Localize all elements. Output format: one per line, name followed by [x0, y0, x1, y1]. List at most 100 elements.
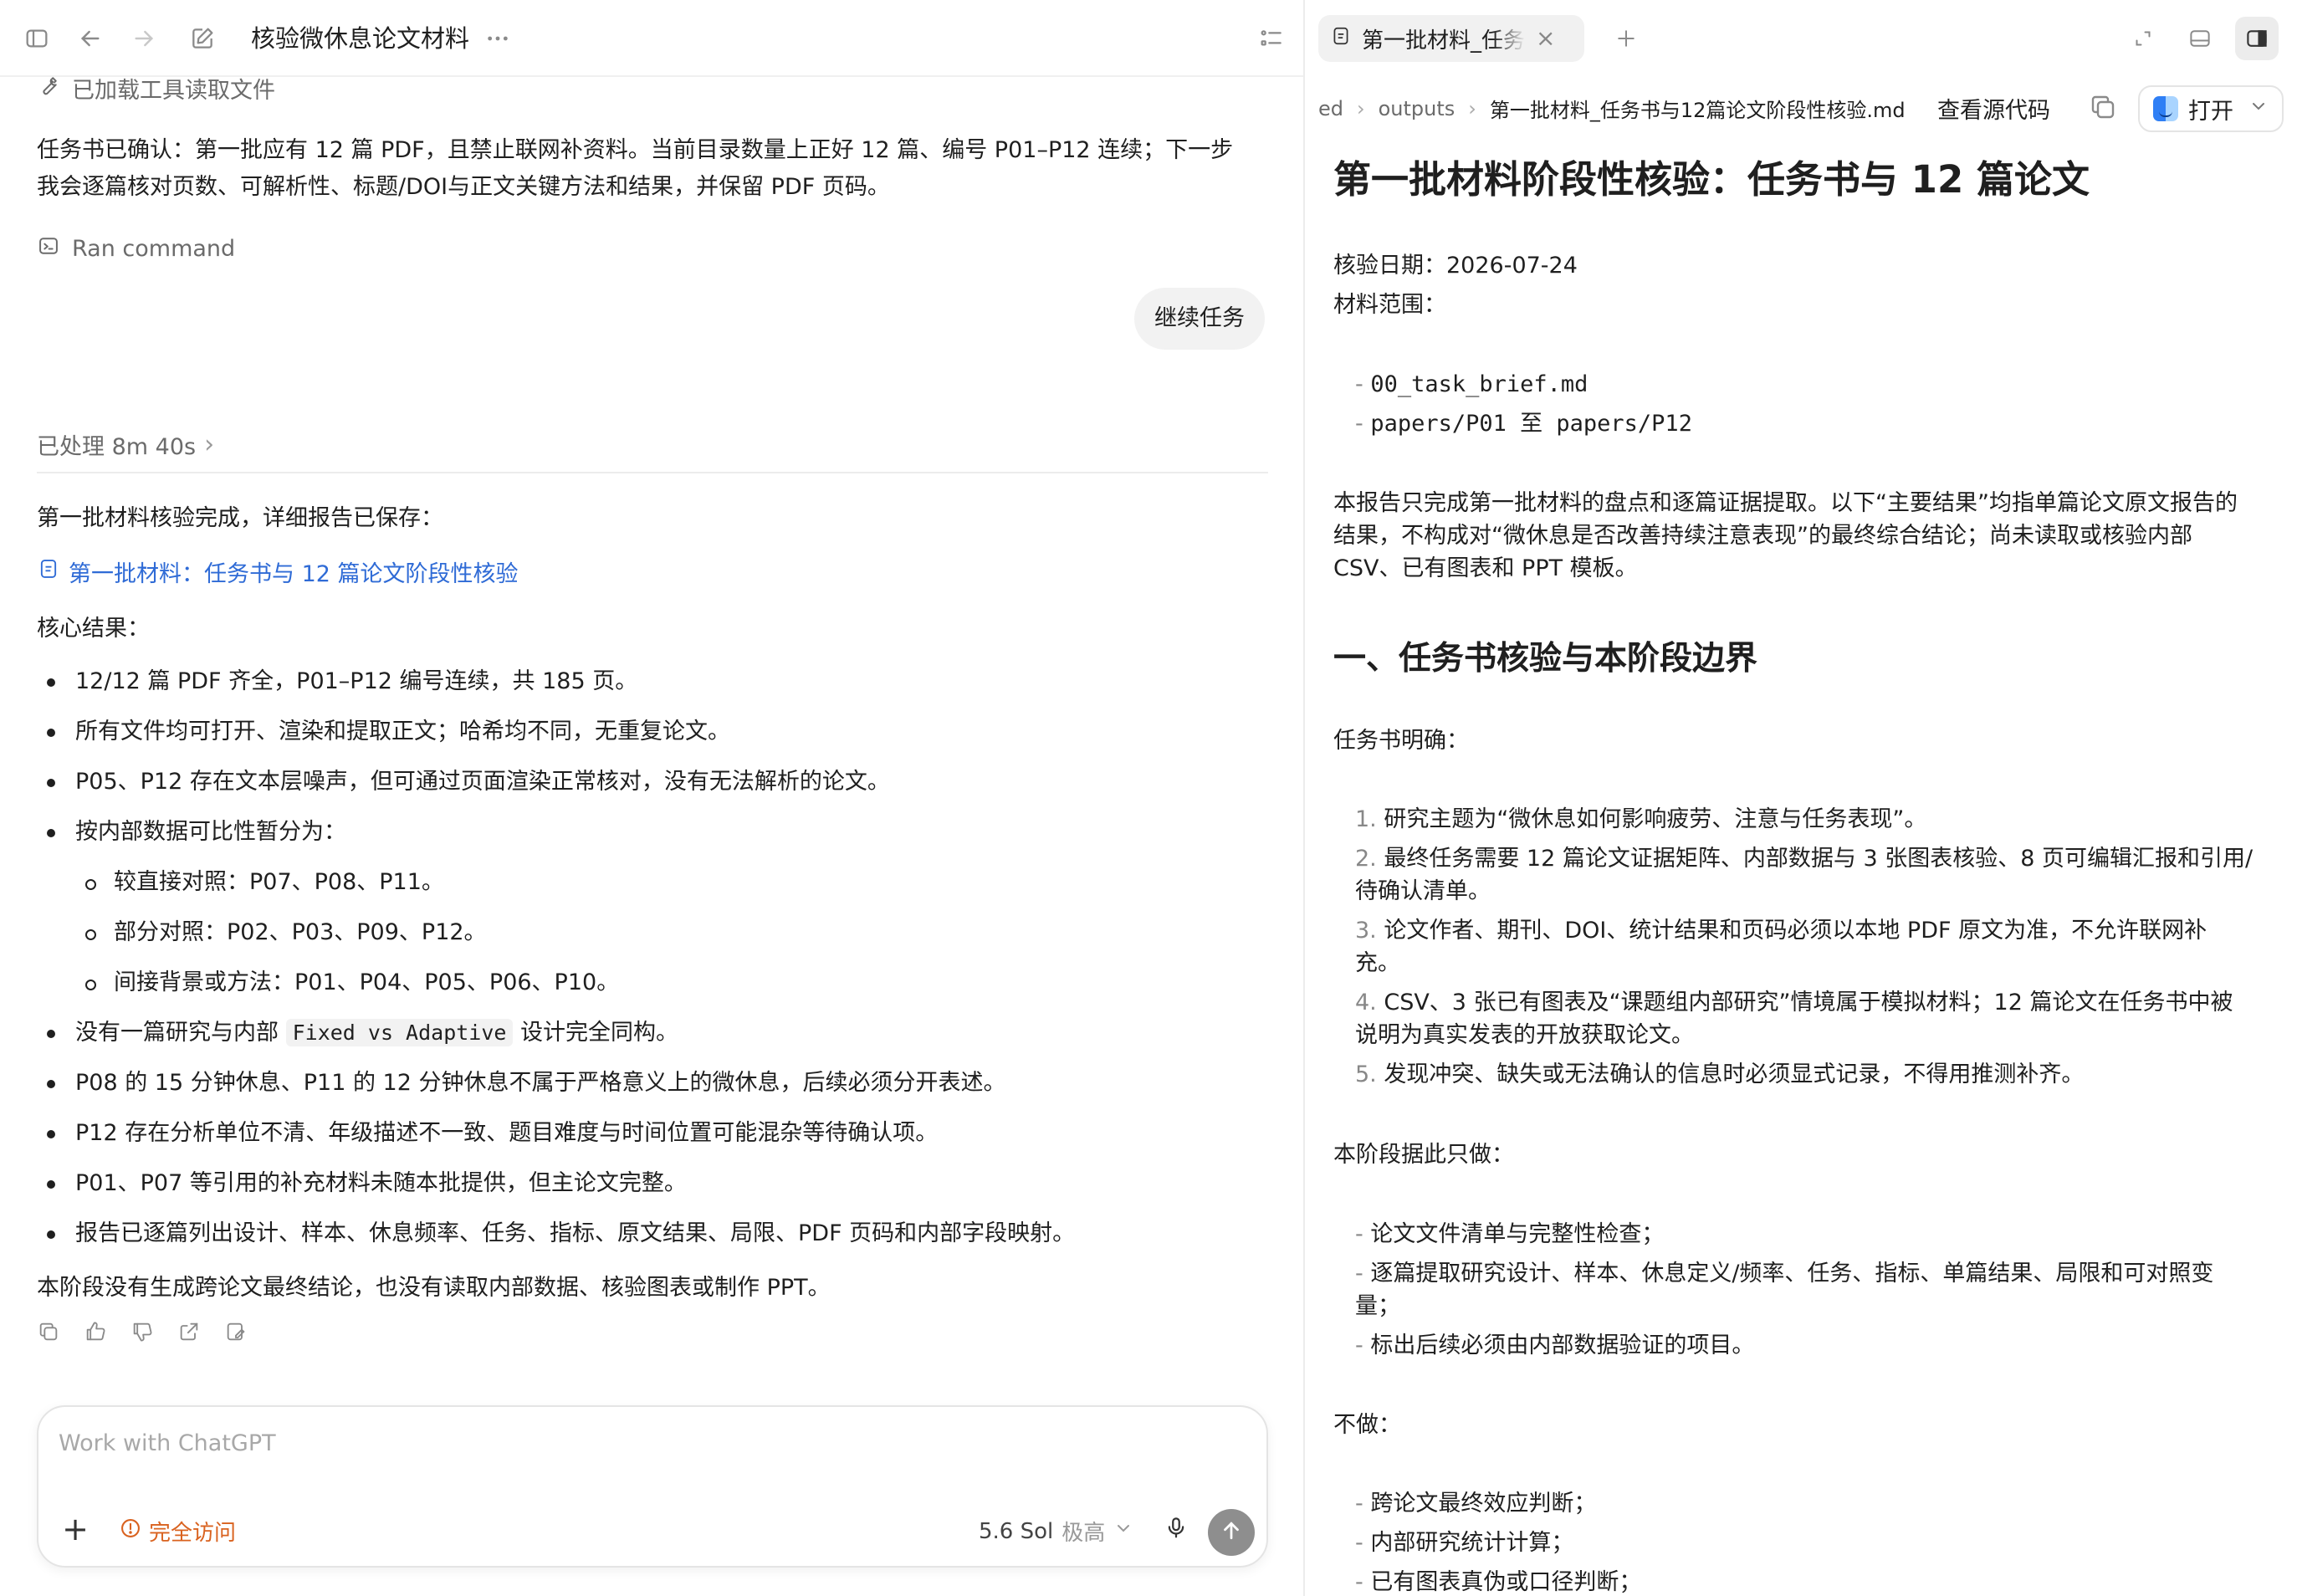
ordered-item: 5. 发现冲突、缺失或无法确认的信息时必须显式记录，不得用推测补齐。: [1355, 1061, 2085, 1087]
report-link-label: 第一批材料：任务书与 12 篇论文阶段性核验: [69, 561, 519, 587]
ran-command-status[interactable]: Ran command: [37, 234, 235, 263]
chevron-down-icon: [1113, 1518, 1133, 1544]
ordered-item-continued: 待确认清单。: [1355, 878, 1491, 904]
open-in-app-button[interactable]: 打开: [2138, 85, 2284, 132]
forward-arrow-icon[interactable]: [127, 22, 161, 55]
chevron-right-icon: ›: [1357, 96, 1365, 120]
processed-label: 已处理 8m 40s: [37, 434, 197, 460]
scope-item: - papers/P01 至 papers/P12: [1355, 411, 1692, 437]
chevron-right-icon: ›: [1468, 96, 1476, 120]
list-item: P08 的 15 分钟休息、P11 的 12 分钟休息不属于严格意义上的微休息，…: [37, 1065, 1275, 1115]
scope-item: - 00_task_brief.md: [1355, 371, 1588, 397]
confirm-line-2: 我会逐篇核对页数、可解析性、标题/DOI与正文关键方法和结果，并保留 PDF 页…: [37, 174, 890, 200]
scope-item-text: papers/P01 至 papers/P12: [1370, 411, 1692, 437]
open-label: 打开: [2188, 98, 2233, 125]
sub-list-item: 部分对照：P02、P03、P09、P12。: [37, 914, 1275, 964]
dont-item: - 跨论文最终效应判断；: [1355, 1491, 1597, 1517]
dont-label: 不做：: [1333, 1412, 1401, 1438]
do-item-text: 标出后续必须由内部数据验证的项目。: [1370, 1333, 1755, 1358]
thumbs-down-icon[interactable]: [130, 1320, 157, 1347]
breadcrumb-current[interactable]: 第一批材料_任务书与12篇论文阶段性核验.md: [1490, 94, 1906, 123]
do-label: 本阶段据此只做：: [1333, 1142, 1514, 1168]
list-item: P01、P07 等引用的补充材料未随本批提供，但主论文完整。: [37, 1165, 1275, 1215]
new-chat-edit-icon[interactable]: [186, 22, 219, 55]
tool-loaded-status[interactable]: 已加载工具读取文件: [37, 72, 275, 105]
sub-list-item: 间接背景或方法：P01、P04、P05、P06、P10。: [37, 964, 1275, 1015]
warning-circle-icon: [119, 1517, 142, 1546]
intro-line-3: CSV、已有图表和 PPT 模板。: [1333, 555, 1638, 581]
task-list-icon[interactable]: [1255, 22, 1288, 55]
core-results-label: 核心结果：: [37, 616, 150, 642]
list-item: 所有文件均可打开、渲染和提取正文；哈希均不同，无重复论文。: [37, 714, 1275, 764]
tab-report-file[interactable]: 第一批材料_任务书与12篇论文阶段性核验.md ×: [1318, 15, 1584, 62]
ordered-item: 2. 最终任务需要 12 篇论文证据矩阵、内部数据与 3 张图表核验、8 页可编…: [1355, 846, 2254, 872]
dont-item: - 已有图表真伪或口径判断；: [1355, 1569, 1642, 1595]
close-icon[interactable]: ×: [1536, 27, 1555, 50]
divider-line: [37, 472, 1268, 473]
share-icon[interactable]: [177, 1320, 204, 1347]
inline-code: Fixed vs Adaptive: [285, 1019, 514, 1046]
list-item: P05、P12 存在文本层噪声，但可通过页面渲染正常核对，没有无法解析的论文。: [37, 764, 1275, 814]
dont-item-text: 跨论文最终效应判断；: [1370, 1491, 1597, 1517]
view-source-button[interactable]: 查看源代码: [1937, 92, 2050, 125]
model-selector[interactable]: 5.6 Sol 极高: [979, 1516, 1133, 1547]
ordered-item-continued: 充。: [1355, 950, 1400, 976]
intro-line-2: 结果，不构成对“微休息是否改善持续注意表现”的最终综合结论；尚未读取或核验内部: [1333, 523, 2192, 549]
model-name: 5.6 Sol: [979, 1518, 1054, 1544]
assistant-confirm-message: 任务书已确认：第一批应有 12 篇 PDF，且禁止联网补资料。当前目录数量上正好…: [37, 132, 1233, 206]
finder-icon: [2153, 96, 2178, 121]
thumbs-up-icon[interactable]: [84, 1320, 110, 1347]
composer-input[interactable]: Work with ChatGPT: [59, 1430, 276, 1456]
ordered-item-continued: 说明为真实发表的开放获取论文。: [1355, 1022, 1694, 1048]
core-results-list: 12/12 篇 PDF 齐全，P01–P12 编号连续，共 185 页。 所有文…: [37, 663, 1275, 1266]
document-icon: [37, 557, 60, 586]
copy-icon[interactable]: [2088, 92, 2118, 122]
copy-icon[interactable]: [37, 1320, 64, 1347]
fork-branch-icon[interactable]: [224, 1320, 251, 1347]
ordered-item-text: 研究主题为“微休息如何影响疲劳、注意与任务表现”。: [1384, 806, 1927, 832]
breadcrumb-item[interactable]: outputs: [1379, 97, 1455, 120]
list-item: 没有一篇研究与内部 Fixed vs Adaptive 设计完全同构。: [37, 1015, 1275, 1065]
send-button[interactable]: [1208, 1509, 1255, 1556]
effort-level: 极高: [1062, 1521, 1106, 1546]
message-composer: Work with ChatGPT + 完全访问 5.6 Sol 极高: [37, 1405, 1268, 1568]
new-tab-plus-icon[interactable]: [1609, 22, 1643, 55]
do-item: - 论文文件清单与完整性检查；: [1355, 1221, 1665, 1247]
bottom-panel-icon[interactable]: [2183, 22, 2217, 55]
access-mode-label: 完全访问: [149, 1521, 237, 1546]
ordered-item: 4. CSV、3 张已有图表及“课题组内部研究”情境属于模拟材料；12 篇论文在…: [1355, 990, 2233, 1015]
add-attachment-button[interactable]: +: [59, 1512, 92, 1546]
confirm-line-1: 任务书已确认：第一批应有 12 篇 PDF，且禁止联网补资料。当前目录数量上正好…: [37, 137, 1234, 163]
ordered-item-text: 论文作者、期刊、DOI、统计结果和页码必须以本地 PDF 原文为准，不允许联网补: [1384, 918, 2207, 944]
ordered-item: 1. 研究主题为“微休息如何影响疲劳、注意与任务表现”。: [1355, 806, 1927, 832]
do-item: - 逐篇提取研究设计、样本、休息定义/频率、任务、指标、单篇结果、局限和可对照变: [1355, 1261, 2214, 1287]
section-heading: 一、任务书核验与本阶段边界: [1333, 640, 1758, 678]
back-arrow-icon[interactable]: [74, 22, 107, 55]
scope-item-text: 00_task_brief.md: [1370, 371, 1588, 397]
breadcrumb-item[interactable]: ed: [1318, 97, 1343, 120]
design-text-pre: 没有一篇研究与内部: [75, 1020, 279, 1046]
right-panel-icon[interactable]: [2235, 17, 2279, 60]
user-message-bubble: 继续任务: [1134, 288, 1265, 350]
doc-title: 第一批材料阶段性核验：任务书与 12 篇论文: [1333, 157, 2090, 202]
dont-item-text: 内部研究统计计算；: [1370, 1530, 1574, 1556]
ordered-item-text: 最终任务需要 12 篇论文证据矩阵、内部数据与 3 张图表核验、8 页可编辑汇报…: [1384, 846, 2254, 872]
microphone-button[interactable]: [1159, 1512, 1193, 1546]
doc-scope-label: 材料范围：: [1333, 292, 1446, 318]
message-actions: [37, 1320, 251, 1347]
sub-list-item: 较直接对照：P07、P08、P11。: [37, 864, 1275, 914]
do-item-text: 论文文件清单与完整性检查；: [1370, 1221, 1665, 1247]
conversation-title: 核验微休息论文材料: [251, 24, 470, 53]
chat-pane: 核验微休息论文材料 已加载工具读取文件 任务书已确认：第一批应有 12 篇 PD…: [0, 0, 1303, 1596]
more-options-icon[interactable]: [481, 22, 514, 55]
access-mode-button[interactable]: 完全访问: [119, 1516, 236, 1547]
sidebar-toggle-icon[interactable]: [20, 22, 54, 55]
intro-line-1: 本报告只完成第一批材料的盘点和逐篇证据提取。以下“主要结果”均指单篇论文原文报告…: [1333, 490, 2238, 516]
design-text-post: 设计完全同构。: [520, 1020, 679, 1046]
processed-duration-toggle[interactable]: 已处理 8m 40s ›: [37, 428, 214, 461]
wrench-icon: [37, 74, 60, 103]
done-intro-text: 第一批材料核验完成，详细报告已保存：: [37, 505, 443, 531]
expand-icon[interactable]: [2126, 22, 2160, 55]
report-file-link[interactable]: 第一批材料：任务书与 12 篇论文阶段性核验: [37, 555, 519, 588]
preview-tabbar: 第一批材料_任务书与12篇论文阶段性核验.md ×: [1305, 0, 2297, 77]
